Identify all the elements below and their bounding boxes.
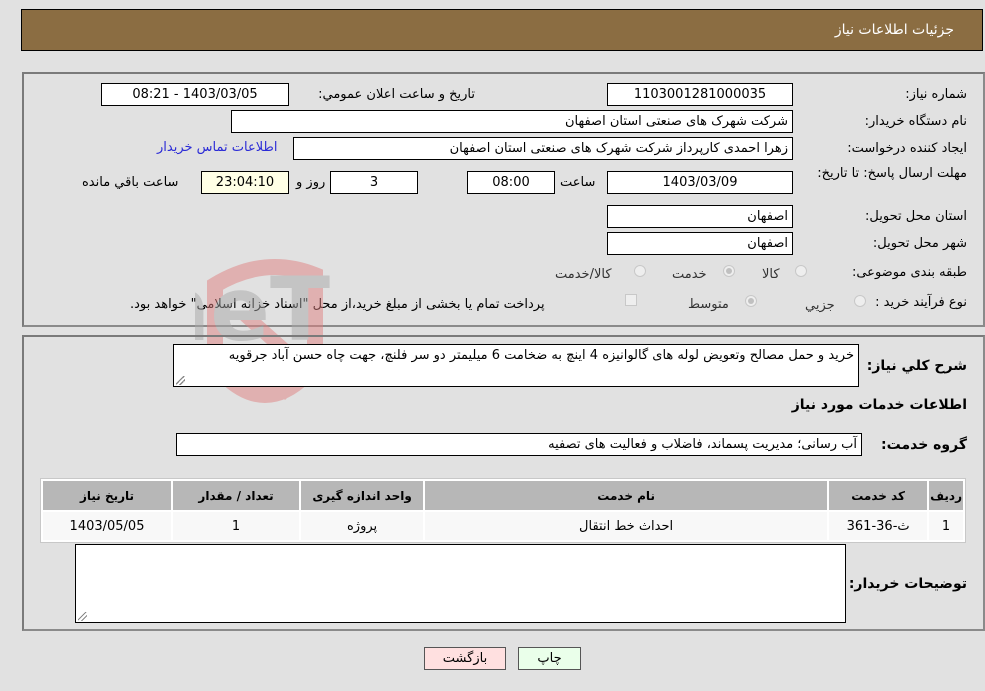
buyer-org-field: شرکت شهرک های صنعتی استان اصفهان — [231, 110, 793, 133]
print-button[interactable]: چاپ — [518, 647, 581, 670]
cell-service-code: ث-36-361 — [829, 512, 928, 540]
col-header-row-number: رديف — [929, 481, 963, 510]
category-option-goods-service: کالا/خدمت — [555, 267, 612, 282]
page-title: جزئیات اطلاعات نیاز — [834, 22, 954, 38]
requester-field: زهرا احمدی کارپرداز شرکت شهرک های صنعتی … — [293, 137, 793, 160]
col-header-need-date: تاريخ نياز — [43, 481, 172, 510]
buyer-notes-label: توضیحات خریدار: — [848, 576, 967, 592]
deadline-time-label: ساعت — [560, 175, 596, 190]
treasury-checkbox[interactable] — [625, 294, 637, 306]
category-radio-service[interactable] — [723, 265, 735, 277]
cell-service-name: احداث خط انتقال — [425, 512, 828, 540]
purchase-type-option-minor: جزيي — [805, 298, 835, 313]
delivery-province-label: استان محل تحویل: — [865, 209, 967, 224]
category-option-goods: کالا — [762, 267, 780, 282]
purchase-type-radio-medium[interactable] — [745, 295, 757, 307]
table-row: 1 ث-36-361 احداث خط انتقال پروژه 1 1403/… — [43, 512, 963, 540]
col-header-service-name: نام خدمت — [425, 481, 828, 510]
category-option-service: خدمت — [672, 267, 707, 282]
col-header-quantity: تعداد / مقدار — [173, 481, 300, 510]
purchase-type-label: نوع فرآیند خرید : — [875, 295, 967, 310]
buyer-notes-textarea[interactable] — [75, 544, 846, 623]
description-textarea[interactable]: خرید و حمل مصالح وتعویض لوله های گالوانی… — [173, 344, 859, 387]
buyer-org-label: نام دستگاه خریدار: — [864, 114, 967, 129]
time-remaining-label: ساعت باقي مانده — [82, 175, 179, 190]
delivery-city-label: شهر محل تحویل: — [872, 236, 967, 251]
page-header: جزئیات اطلاعات نیاز — [21, 9, 983, 51]
days-remaining-field: 3 — [330, 171, 418, 194]
cell-need-date: 1403/05/05 — [43, 512, 172, 540]
service-group-field: آب رسانی؛ مدیریت پسماند، فاضلاب و فعالیت… — [176, 433, 862, 456]
time-remaining-field: 23:04:10 — [201, 171, 289, 194]
col-header-service-code: کد خدمت — [829, 481, 928, 510]
requester-label: ایجاد کننده درخواست: — [847, 141, 967, 156]
col-header-unit: واحد اندازه گیری — [301, 481, 424, 510]
description-label: شرح كلي نياز: — [866, 358, 967, 374]
need-number-field: 1103001281000035 — [607, 83, 793, 106]
delivery-city-field: اصفهان — [607, 232, 793, 255]
deadline-label: مهلت ارسال پاسخ: تا تاریخ: — [817, 166, 967, 181]
cell-row-number: 1 — [929, 512, 963, 540]
category-radio-goods[interactable] — [795, 265, 807, 277]
need-number-label: شماره نیاز: — [905, 87, 967, 102]
cell-unit: پروژه — [301, 512, 424, 540]
delivery-province-field: اصفهان — [607, 205, 793, 228]
resize-grip-icon[interactable] — [78, 612, 87, 621]
days-label: روز و — [296, 175, 326, 190]
services-section-title: اطلاعات خدمات مورد نياز — [791, 397, 967, 413]
cell-quantity: 1 — [173, 512, 300, 540]
category-radio-goods-service[interactable] — [634, 265, 646, 277]
purchase-type-option-medium: متوسط — [688, 297, 729, 312]
deadline-date-field: 1403/03/09 — [607, 171, 793, 194]
service-group-label: گروه خدمت: — [881, 437, 967, 453]
description-text: خرید و حمل مصالح وتعویض لوله های گالوانی… — [228, 348, 854, 363]
purchase-type-radio-minor[interactable] — [854, 295, 866, 307]
buyer-contact-link[interactable]: اطلاعات تماس خریدار — [157, 140, 277, 155]
announce-datetime-field: 1403/03/05 - 08:21 — [101, 83, 289, 106]
table-header-row: رديف کد خدمت نام خدمت واحد اندازه گیری ت… — [43, 481, 963, 510]
deadline-time-field: 08:00 — [467, 171, 555, 194]
back-button[interactable]: بازگشت — [424, 647, 506, 670]
announce-datetime-label: تاریخ و ساعت اعلان عمومي: — [318, 87, 475, 102]
services-table: رديف کد خدمت نام خدمت واحد اندازه گیری ت… — [40, 478, 966, 543]
treasury-checkbox-label: پرداخت تمام یا بخشی از مبلغ خرید،از محل … — [130, 297, 545, 312]
category-label: طبقه بندی موضوعی: — [851, 265, 967, 280]
resize-grip-icon[interactable] — [176, 376, 185, 385]
